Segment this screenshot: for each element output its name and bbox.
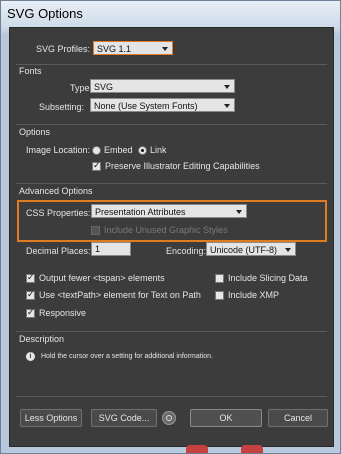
css-properties-label: CSS Properties:	[26, 208, 91, 218]
include-xmp-checkbox[interactable]	[215, 290, 224, 300]
responsive-row[interactable]: Responsive	[26, 307, 87, 318]
chevron-down-icon	[224, 85, 230, 89]
embed-radio[interactable]	[92, 145, 101, 155]
description-text: Hold the cursor over a setting for addit…	[41, 353, 213, 360]
options-section-title: Options	[19, 127, 51, 137]
description-row: i Hold the cursor over a setting for add…	[26, 352, 213, 361]
responsive-checkbox[interactable]	[26, 307, 35, 318]
fonts-section-title: Fonts	[19, 66, 42, 76]
svg-options-window: SVG Options SVG Profiles: SVG 1.1 Fonts …	[0, 0, 341, 454]
include-xmp-row[interactable]: Include XMP	[215, 290, 279, 300]
embed-label: Embed	[104, 145, 133, 155]
preserve-editing-checkbox[interactable]	[92, 160, 101, 171]
tspan-checkbox[interactable]	[26, 272, 35, 283]
less-options-button[interactable]: Less Options	[20, 409, 82, 427]
description-separator	[16, 331, 327, 332]
link-radio-row[interactable]: Link	[138, 145, 167, 155]
subsetting-select[interactable]: None (Use System Fonts)	[90, 98, 235, 112]
options-separator	[16, 124, 327, 125]
tspan-label: Output fewer <tspan> elements	[39, 273, 165, 283]
info-icon: i	[26, 352, 35, 361]
cancel-button[interactable]: Cancel	[268, 409, 328, 427]
preserve-editing-row[interactable]: Preserve Illustrator Editing Capabilitie…	[92, 160, 260, 171]
link-radio[interactable]	[138, 145, 147, 155]
svg-profiles-select[interactable]: SVG 1.1	[93, 41, 173, 55]
advanced-separator	[16, 183, 327, 184]
textpath-checkbox[interactable]	[26, 289, 35, 300]
slicing-data-row[interactable]: Include Slicing Data	[215, 273, 308, 283]
advanced-section-title: Advanced Options	[19, 186, 93, 196]
image-location-label: Image Location:	[26, 145, 91, 155]
unused-styles-row: Include Unused Graphic Styles	[91, 225, 228, 235]
unused-styles-checkbox	[91, 225, 100, 235]
unused-styles-label: Include Unused Graphic Styles	[104, 225, 228, 235]
tspan-row[interactable]: Output fewer <tspan> elements	[26, 272, 165, 283]
slicing-data-label: Include Slicing Data	[228, 273, 308, 283]
font-type-value: SVG	[94, 82, 114, 92]
window-title: SVG Options	[7, 6, 83, 21]
textpath-label: Use <textPath> element for Text on Path	[39, 290, 201, 300]
chevron-down-icon	[285, 248, 291, 252]
preserve-editing-label: Preserve Illustrator Editing Capabilitie…	[105, 161, 260, 171]
background-artwork	[186, 445, 208, 453]
svg-profiles-label: SVG Profiles:	[36, 44, 91, 54]
fonts-separator	[16, 64, 327, 65]
globe-icon[interactable]	[162, 411, 176, 425]
slicing-data-checkbox[interactable]	[215, 273, 224, 283]
subsetting-value: None (Use System Fonts)	[94, 101, 198, 111]
svg-code-button[interactable]: SVG Code...	[91, 409, 157, 427]
description-section-title: Description	[19, 334, 65, 344]
css-properties-select[interactable]: Presentation Attributes	[91, 204, 247, 218]
link-label: Link	[150, 145, 167, 155]
background-artwork	[241, 445, 263, 453]
subsetting-label: Subsetting:	[39, 102, 85, 112]
buttons-separator	[16, 396, 327, 397]
font-type-select[interactable]: SVG	[90, 79, 235, 93]
svg-profiles-value: SVG 1.1	[97, 44, 132, 54]
chevron-down-icon	[224, 104, 230, 108]
chevron-down-icon	[236, 210, 242, 214]
decimal-places-label: Decimal Places:	[26, 246, 91, 256]
svg-options-dialog: SVG Profiles: SVG 1.1 Fonts Type: SVG Su…	[9, 27, 334, 447]
chevron-down-icon	[162, 47, 168, 51]
textpath-row[interactable]: Use <textPath> element for Text on Path	[26, 289, 201, 300]
encoding-select[interactable]: Unicode (UTF-8)	[206, 242, 296, 256]
encoding-value: Unicode (UTF-8)	[210, 245, 278, 255]
decimal-places-input[interactable]: 1	[91, 242, 131, 256]
ok-button[interactable]: OK	[190, 409, 262, 427]
font-type-label: Type:	[70, 83, 93, 93]
responsive-label: Responsive	[39, 308, 87, 318]
embed-radio-row[interactable]: Embed	[92, 145, 133, 155]
css-properties-value: Presentation Attributes	[95, 207, 186, 217]
include-xmp-label: Include XMP	[228, 290, 280, 300]
encoding-label: Encoding:	[166, 246, 207, 256]
